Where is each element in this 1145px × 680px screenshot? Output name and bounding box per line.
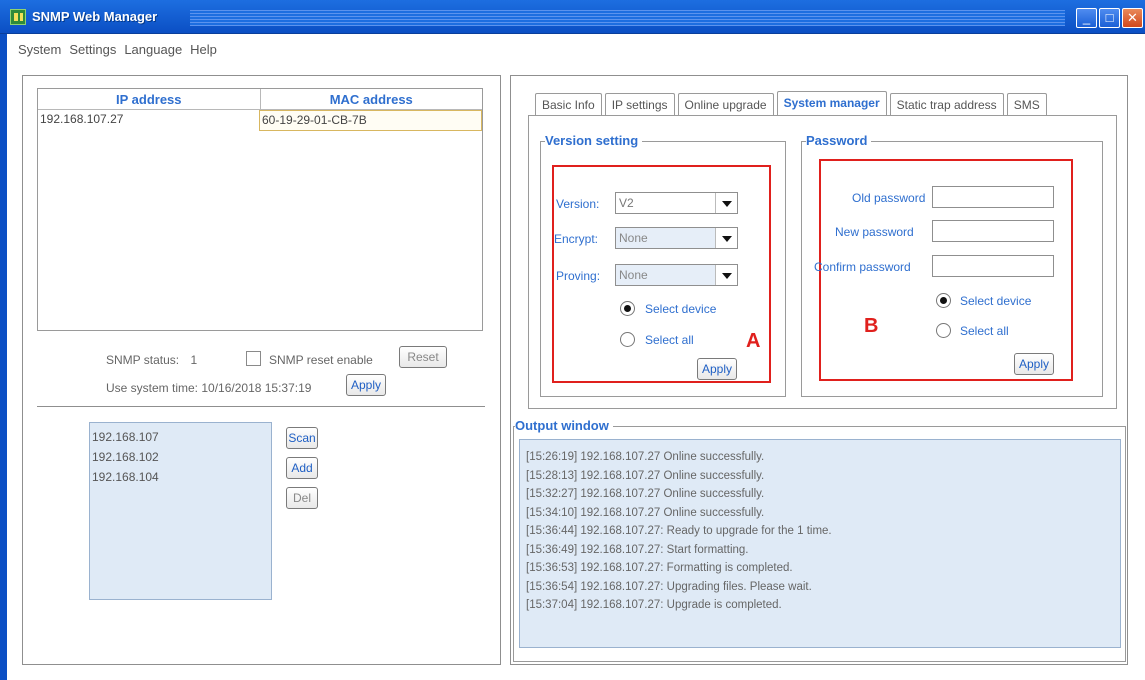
close-button[interactable]: ✕ (1122, 8, 1143, 28)
title-bar-stripes (190, 10, 1065, 26)
menu-language[interactable]: Language (124, 42, 182, 57)
log-line: [15:32:27] 192.168.107.27 Online success… (526, 488, 765, 500)
snmp-status-label: SNMP status: (106, 353, 180, 367)
cell-mac[interactable]: 60-19-29-01-CB-7B (259, 110, 482, 131)
menu-help[interactable]: Help (190, 42, 217, 57)
select-device-radio[interactable] (620, 301, 635, 316)
reset-button[interactable]: Reset (399, 346, 447, 368)
tab-ip-settings[interactable]: IP settings (604, 93, 675, 115)
subnet-list[interactable]: 192.168.107 192.168.102 192.168.104 (89, 422, 272, 600)
snmp-status: SNMP status: 1 (106, 353, 197, 367)
maximize-button[interactable]: □ (1099, 8, 1120, 28)
output-log[interactable]: [15:26:19] 192.168.107.27 Online success… (519, 439, 1121, 648)
new-password-input[interactable] (932, 220, 1054, 242)
add-button[interactable]: Add (286, 457, 318, 479)
encrypt-select[interactable]: None (615, 227, 738, 249)
password-apply-button[interactable]: Apply (1014, 353, 1054, 375)
window-title: SNMP Web Manager (32, 9, 158, 24)
output-window-group: Output window [15:26:19] 192.168.107.27 … (513, 418, 1126, 662)
divider (37, 406, 485, 407)
tab-bar: Basic Info IP settings Online upgrade Sy… (535, 91, 1050, 115)
column-header-mac[interactable]: MAC address (261, 89, 483, 109)
menu-settings[interactable]: Settings (69, 42, 116, 57)
system-time-label: Use system time: (106, 381, 199, 395)
old-password-label: Old password (852, 191, 926, 205)
select-all-label: Select all (645, 333, 694, 347)
table-row[interactable]: 192.168.107.27 60-19-29-01-CB-7B (38, 110, 482, 131)
password-select-device-radio[interactable] (936, 293, 951, 308)
title-bar: SNMP Web Manager _ □ ✕ (0, 0, 1145, 34)
password-title: Password (806, 133, 872, 148)
system-time-value: 10/16/2018 15:37:19 (201, 381, 312, 395)
proving-label: Proving: (556, 269, 601, 283)
del-button[interactable]: Del (286, 487, 318, 509)
log-line: [15:36:54] 192.168.107.27: Upgrading fil… (526, 580, 812, 593)
system-time: Use system time: 10/16/2018 15:37:19 (106, 381, 311, 395)
log-line: [15:37:04] 192.168.107.27: Upgrade is co… (526, 599, 782, 611)
select-all-radio[interactable] (620, 332, 635, 347)
chevron-down-icon[interactable] (715, 265, 737, 285)
tab-basic-info[interactable]: Basic Info (535, 93, 602, 115)
tab-system-manager[interactable]: System manager (776, 91, 887, 115)
menu-bar: System Settings Language Help (18, 42, 217, 57)
log-line: [15:36:49] 192.168.107.27: Start formatt… (526, 543, 749, 556)
log-line: [15:34:10] 192.168.107.27 Online success… (526, 506, 765, 519)
window-left-border (0, 34, 7, 680)
output-window-title: Output window (515, 418, 613, 433)
tab-content: Version setting Version: V2 Encrypt: Non… (528, 115, 1117, 409)
version-setting-group: Version setting Version: V2 Encrypt: Non… (540, 133, 786, 397)
list-item[interactable]: 192.168.104 (92, 467, 269, 487)
version-setting-title: Version setting (545, 133, 643, 148)
cell-ip[interactable]: 192.168.107.27 (38, 110, 259, 131)
encrypt-value: None (619, 231, 648, 245)
log-line: [15:36:44] 192.168.107.27: Ready to upgr… (526, 525, 832, 537)
tab-online-upgrade[interactable]: Online upgrade (677, 93, 774, 115)
confirm-password-label: Confirm password (814, 260, 911, 274)
password-group: Password Old password New password Confi… (801, 133, 1103, 397)
select-device-label: Select device (645, 302, 717, 316)
minimize-button[interactable]: _ (1076, 8, 1097, 28)
version-select[interactable]: V2 (615, 192, 738, 214)
version-value: V2 (619, 196, 634, 210)
snmp-status-value: 1 (190, 353, 198, 367)
system-time-apply-button[interactable]: Apply (346, 374, 386, 396)
version-apply-button[interactable]: Apply (697, 358, 737, 380)
menu-system[interactable]: System (18, 42, 61, 57)
chevron-down-icon[interactable] (715, 228, 737, 248)
app-icon (10, 9, 26, 25)
tab-static-trap-address[interactable]: Static trap address (889, 93, 1004, 115)
snmp-reset-enable-label: SNMP reset enable (269, 353, 373, 367)
marker-a: A (746, 330, 761, 352)
encrypt-label: Encrypt: (554, 232, 599, 246)
new-password-label: New password (835, 225, 914, 239)
password-select-all-label: Select all (960, 324, 1009, 338)
log-line: [15:36:53] 192.168.107.27: Formatting is… (526, 562, 793, 574)
list-item[interactable]: 192.168.102 (92, 447, 269, 467)
snmp-reset-enable-checkbox[interactable] (246, 351, 261, 366)
proving-value: None (619, 268, 648, 282)
chevron-down-icon[interactable] (715, 193, 737, 213)
log-line: [15:26:19] 192.168.107.27 Online success… (526, 451, 765, 463)
device-table: IP address MAC address 192.168.107.27 60… (37, 88, 483, 331)
old-password-input[interactable] (932, 186, 1054, 208)
tab-sms[interactable]: SMS (1006, 93, 1047, 115)
settings-panel: Basic Info IP settings Online upgrade Sy… (510, 75, 1128, 665)
device-panel: IP address MAC address 192.168.107.27 60… (22, 75, 501, 665)
password-select-all-radio[interactable] (936, 323, 951, 338)
list-item[interactable]: 192.168.107 (92, 427, 269, 447)
password-select-device-label: Select device (960, 294, 1032, 308)
version-label: Version: (556, 197, 600, 211)
log-line: [15:28:13] 192.168.107.27 Online success… (526, 469, 765, 482)
marker-b: B (864, 315, 879, 337)
confirm-password-input[interactable] (932, 255, 1054, 277)
scan-button[interactable]: Scan (286, 427, 318, 449)
proving-select[interactable]: None (615, 264, 738, 286)
column-header-ip[interactable]: IP address (38, 89, 261, 109)
table-header: IP address MAC address (38, 89, 482, 110)
